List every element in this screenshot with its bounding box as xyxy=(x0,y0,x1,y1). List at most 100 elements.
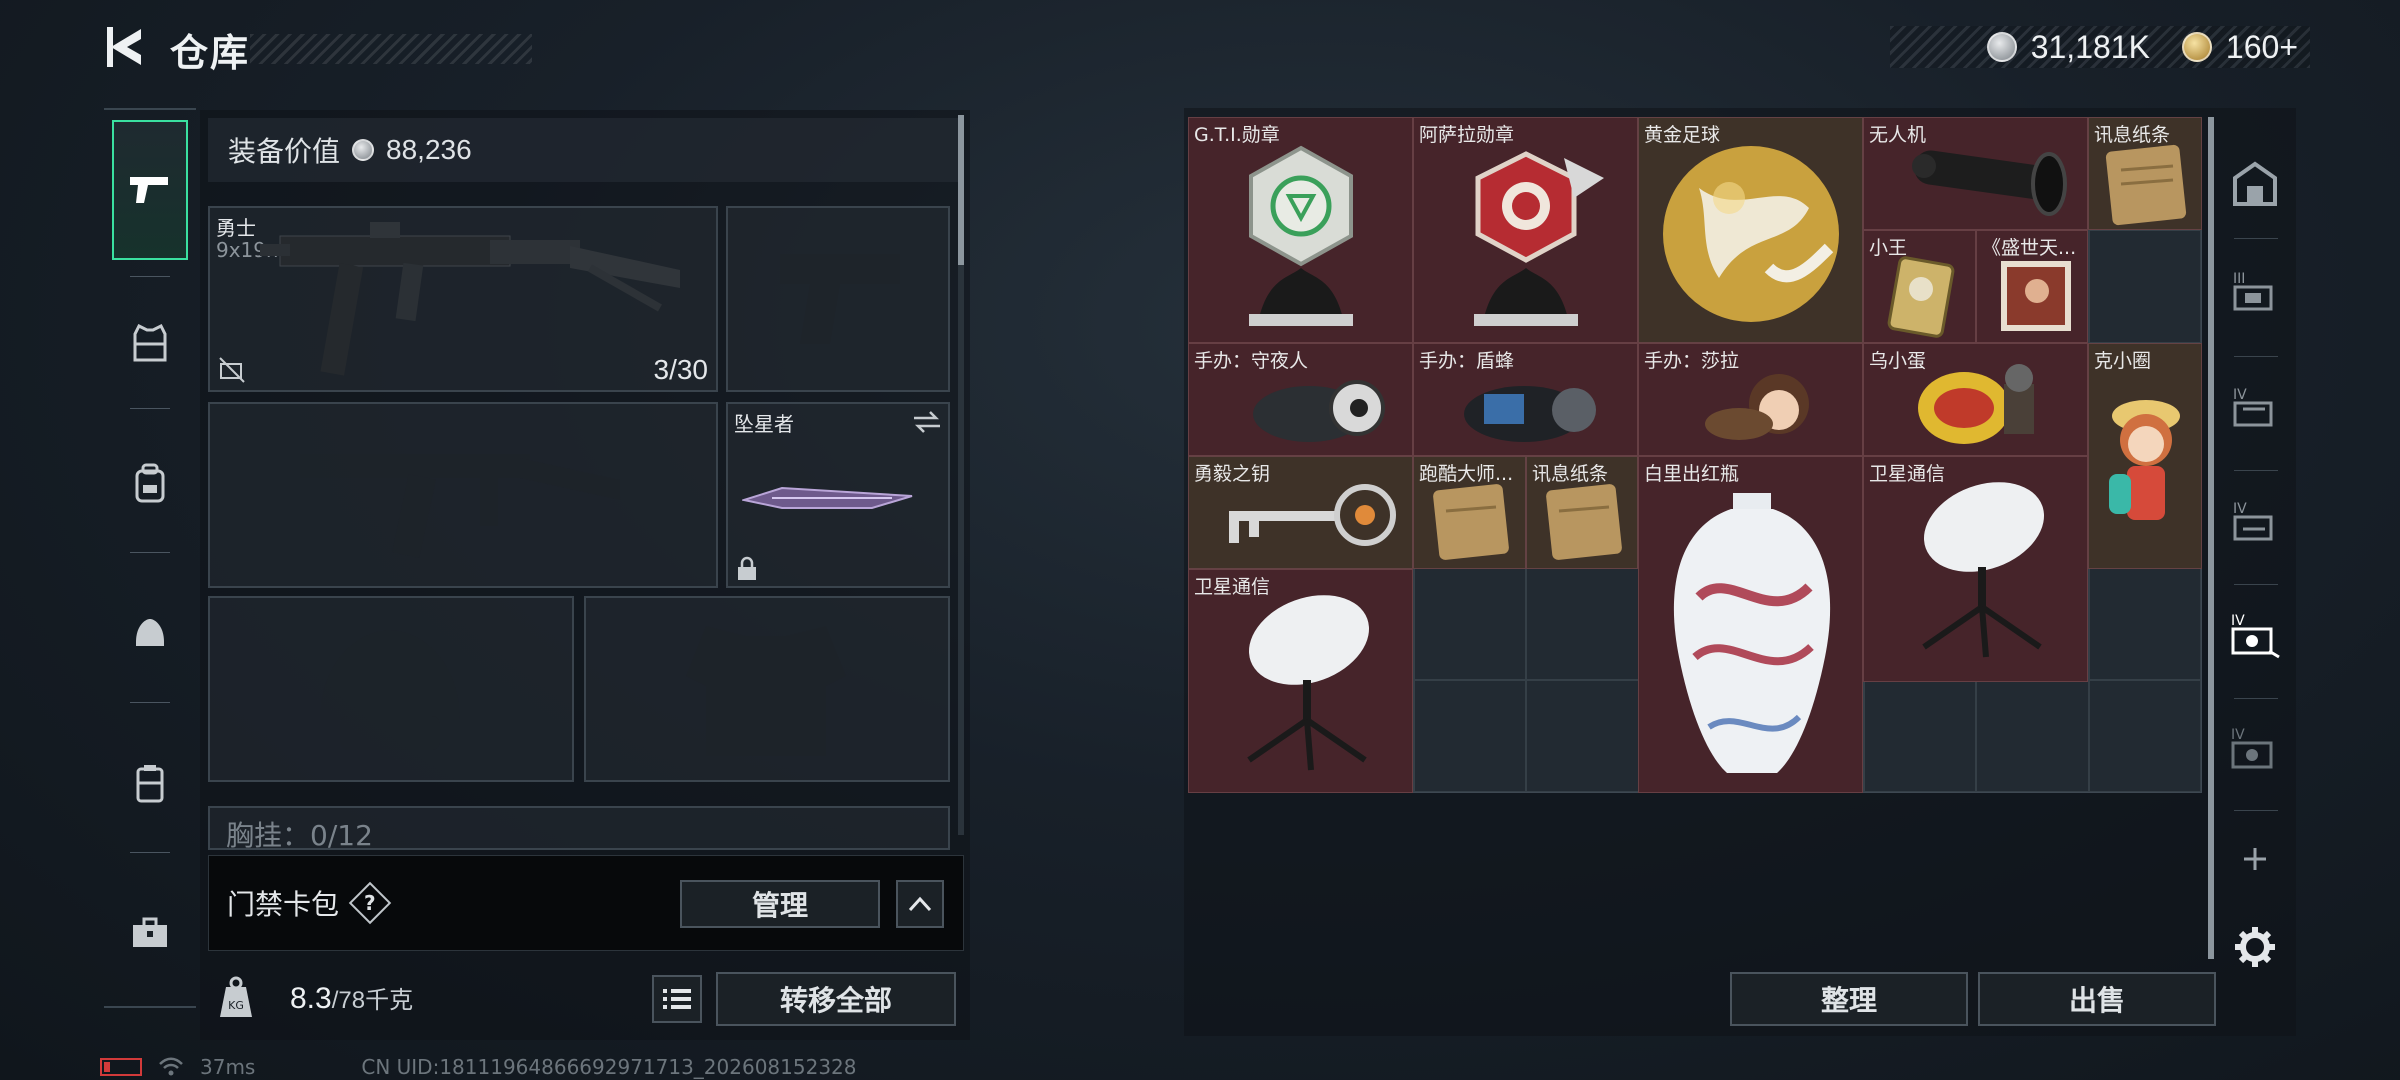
note-icon xyxy=(2105,144,2187,226)
add-storage-button[interactable] xyxy=(2220,824,2290,894)
storage-item[interactable]: 克小圈 xyxy=(2088,343,2202,569)
briefcase-icon xyxy=(133,917,167,947)
storage-item[interactable]: 阿萨拉勋章 xyxy=(1413,117,1638,343)
help-icon[interactable]: ? xyxy=(348,881,392,925)
svg-text:KG: KG xyxy=(228,999,244,1012)
vest-icon xyxy=(133,324,167,362)
grid-cell[interactable] xyxy=(1526,567,1639,680)
storage-item[interactable]: 卫星通信 xyxy=(1188,569,1413,793)
medal-icon xyxy=(1249,145,1353,326)
currency-bar: 31,181K 160+ xyxy=(1890,26,2310,68)
storage-item[interactable]: 白里出红瓶 xyxy=(1638,456,1863,793)
category-backpack[interactable] xyxy=(112,438,188,528)
back-arrow-icon xyxy=(107,27,141,67)
storage-item[interactable]: 讯息纸条 xyxy=(1526,456,1638,569)
gear-icon xyxy=(2235,927,2275,967)
category-armor[interactable] xyxy=(112,298,188,388)
pistol-icon xyxy=(130,177,168,203)
storage-item[interactable]: 勇毅之钥 xyxy=(1188,456,1413,569)
rifle-placeholder-icon xyxy=(300,454,620,559)
grid-cell[interactable] xyxy=(1413,679,1527,792)
figure-icon xyxy=(1464,386,1596,442)
grid-cell[interactable] xyxy=(2088,567,2201,680)
settings-button[interactable] xyxy=(2220,912,2290,982)
storage-tab-4d[interactable]: IV xyxy=(2220,714,2290,784)
collapse-button[interactable] xyxy=(896,880,944,928)
gold-amount[interactable]: 160+ xyxy=(2226,29,2298,66)
storage-item[interactable]: 无人机 xyxy=(1863,117,2088,230)
grid-cell[interactable] xyxy=(1976,679,2089,792)
wifi-icon xyxy=(159,1057,183,1076)
svg-text:IV: IV xyxy=(2231,613,2245,629)
note-icon xyxy=(1546,484,1622,560)
painting-icon xyxy=(2001,261,2071,331)
storage-item[interactable]: 手办：盾蜂 xyxy=(1413,343,1638,456)
storage-item[interactable]: 讯息纸条 xyxy=(2088,117,2202,230)
helmet-placeholder-icon xyxy=(320,630,460,750)
storage-tab-3[interactable]: III xyxy=(2220,256,2290,326)
grid-cell[interactable] xyxy=(1413,567,1527,680)
storage-item[interactable]: 黄金足球 xyxy=(1638,117,1863,343)
equip-value-label: 装备价值 xyxy=(228,135,341,168)
gold-football-icon xyxy=(1663,146,1839,322)
category-chest-rig[interactable] xyxy=(112,738,188,828)
category-helmet[interactable] xyxy=(112,588,188,678)
sell-button[interactable]: 出售 xyxy=(1978,972,2216,1026)
egg-figure-icon xyxy=(1918,364,2034,444)
smg-weapon-icon xyxy=(260,222,680,376)
storage-tab-main[interactable] xyxy=(2220,148,2290,218)
armor-placeholder-icon xyxy=(686,626,846,756)
card-icon xyxy=(1887,256,1955,338)
back-button[interactable] xyxy=(100,22,150,72)
grid-cell[interactable] xyxy=(2088,679,2201,792)
category-weapons[interactable] xyxy=(112,120,188,260)
weight-current: 8.3 xyxy=(290,982,332,1015)
storage-item[interactable]: 乌小蛋 xyxy=(1863,343,2088,456)
storage-tab-rail: III IV IV IV IV xyxy=(2220,130,2290,1010)
gold-coin-icon xyxy=(2181,32,2212,62)
storage-item[interactable]: 手办：莎拉 xyxy=(1638,343,1863,456)
category-briefcase[interactable] xyxy=(112,888,188,978)
swap-icon[interactable] xyxy=(912,410,942,434)
keycard-pack-label: 门禁卡包 xyxy=(227,888,340,921)
sort-button[interactable]: 整理 xyxy=(1730,972,1968,1026)
chest-rig-slot[interactable]: 胸挂：0/12 xyxy=(208,806,950,850)
storage-scrollbar[interactable] xyxy=(2208,117,2214,959)
transfer-all-button[interactable]: 转移全部 xyxy=(716,972,956,1026)
helmet-slot[interactable] xyxy=(208,596,574,782)
equip-value: 88,236 xyxy=(386,134,472,165)
storage-item[interactable]: 《盛世天... xyxy=(1976,230,2088,343)
grid-cell[interactable] xyxy=(2088,230,2201,343)
list-icon xyxy=(663,989,691,1009)
svg-text:IV: IV xyxy=(2233,501,2247,517)
page-title: 仓库 xyxy=(170,31,251,75)
manage-button[interactable]: 管理 xyxy=(680,880,880,928)
armor-slot[interactable] xyxy=(584,596,950,782)
storage-item[interactable]: 跑酷大师... xyxy=(1413,456,1526,569)
storage-tab-4c-active[interactable]: IV xyxy=(2220,600,2290,670)
battery-icon xyxy=(100,1058,142,1076)
silver-coin-icon xyxy=(1986,32,2017,62)
storage-tab-4b[interactable]: IV xyxy=(2220,486,2290,556)
primary-weapon-slot[interactable]: 勇士 9x19mm 3/30 xyxy=(208,206,718,392)
storage-tab-4a[interactable]: IV xyxy=(2220,372,2290,442)
loadout-scroll-thumb[interactable] xyxy=(958,115,964,265)
user-uid: CN UID:18111964866692971713_202608152328 xyxy=(361,1055,857,1079)
storage-expansion-icon: III xyxy=(2233,271,2273,311)
grid-cell[interactable] xyxy=(1526,679,1639,792)
grid-cell[interactable] xyxy=(1863,679,1977,792)
melee-slot[interactable]: 坠星者 xyxy=(726,402,950,588)
storage-item[interactable]: 手办：守夜人 xyxy=(1188,343,1413,456)
ping-value: 37ms xyxy=(200,1055,256,1079)
svg-text:IV: IV xyxy=(2233,387,2247,403)
knife-icon xyxy=(742,486,913,509)
pistol-placeholder-icon xyxy=(780,254,900,344)
storage-item[interactable]: G.T.I.勋章 xyxy=(1188,117,1413,343)
equipment-value-bar: 装备价值 88,236 xyxy=(208,118,960,182)
storage-item[interactable]: 卫星通信 xyxy=(1863,456,2088,682)
list-view-button[interactable] xyxy=(652,975,702,1023)
secondary-weapon-slot[interactable] xyxy=(208,402,718,588)
storage-item[interactable]: 小王 xyxy=(1863,230,1976,343)
key-icon xyxy=(1229,484,1396,546)
sidearm-slot[interactable] xyxy=(726,206,950,392)
